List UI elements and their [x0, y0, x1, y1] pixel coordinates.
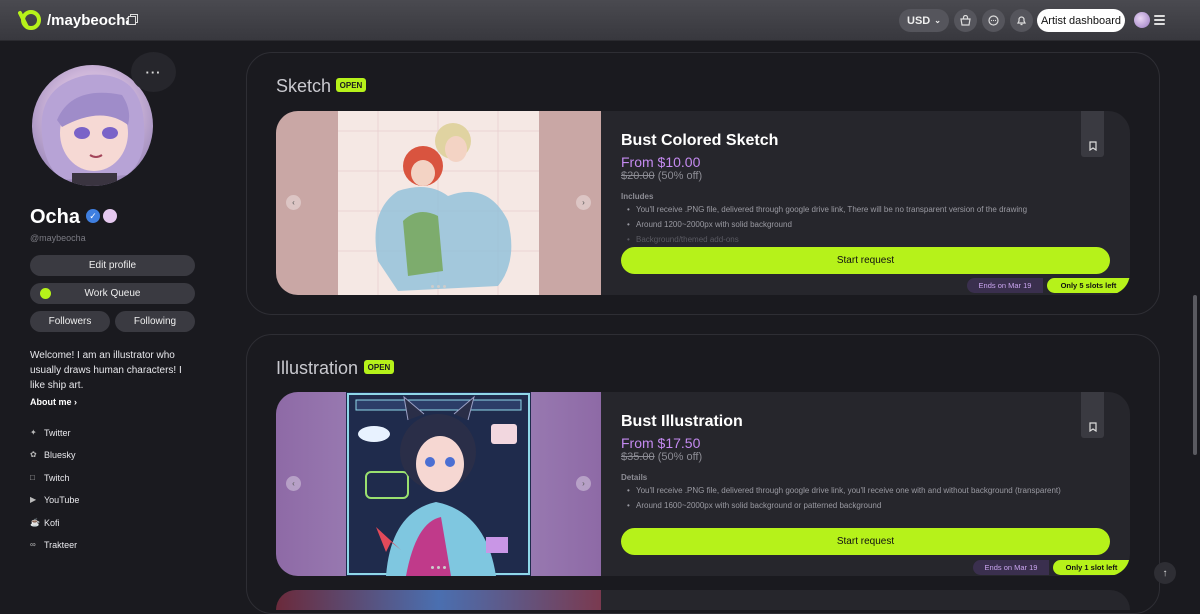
status-badge: OPEN — [336, 78, 366, 92]
social-link-bluesky[interactable]: ✿ Bluesky — [30, 450, 76, 460]
work-queue-label: Work Queue — [84, 288, 141, 299]
notifications-button[interactable] — [1010, 9, 1033, 32]
chat-button[interactable] — [982, 9, 1005, 32]
arrow-up-icon: ↑ — [1162, 567, 1168, 579]
gallery-dots — [431, 566, 446, 569]
badge-icon — [103, 209, 117, 223]
following-button[interactable]: Following — [115, 311, 195, 332]
old-price: $35.00 — [621, 451, 655, 463]
kofi-icon: ☕ — [30, 518, 40, 527]
verified-icon: ✓ — [86, 209, 100, 223]
social-link-twitch[interactable]: □ Twitch — [30, 473, 70, 483]
old-price: $20.00 — [621, 170, 655, 182]
social-label: Kofi — [44, 518, 60, 528]
gallery-prev-button[interactable]: ‹ — [286, 476, 301, 491]
more-options-button[interactable]: ··· — [131, 52, 176, 92]
gallery-dots — [431, 285, 446, 288]
profile-name: Ocha — [30, 206, 81, 228]
start-request-button[interactable]: Start request — [621, 528, 1110, 555]
list-item: You'll receive .PNG file, delivered thro… — [627, 486, 1061, 495]
top-bar: /maybeocha USD ⌄ Artist dashboard — [0, 0, 1200, 41]
social-label: Twitter — [44, 428, 71, 438]
artwork-image — [338, 111, 539, 295]
card-price: From $10.00 — [621, 154, 701, 170]
profile-handle: @maybeocha — [30, 233, 86, 243]
social-label: YouTube — [44, 495, 80, 505]
bluesky-icon: ✿ — [30, 450, 37, 459]
commission-card: ‹ › Bust Illustration From $17.50 $35.00… — [276, 392, 1130, 576]
list-heading: Details — [621, 473, 648, 482]
profile-bio: Welcome! I am an illustrator who usually… — [30, 350, 182, 391]
card-price: From $17.50 — [621, 435, 701, 451]
social-label: Twitch — [44, 473, 70, 483]
twitter-icon: ✦ — [30, 428, 37, 437]
currency-label: USD — [907, 14, 931, 27]
list-item: Around 1200~2000px with solid background — [627, 220, 792, 229]
bookmark-button[interactable] — [1081, 392, 1104, 438]
social-link-twitter[interactable]: ✦ Twitter — [30, 428, 71, 438]
social-link-kofi[interactable]: ☕ Kofi — [30, 518, 60, 528]
chevron-right-icon: › — [74, 397, 78, 407]
card-old-price: $35.00 (50% off) — [621, 451, 702, 463]
about-me-label: About me — [30, 397, 72, 407]
bookmark-icon — [1088, 141, 1097, 151]
menu-icon[interactable] — [1154, 15, 1165, 25]
followers-button[interactable]: Followers — [30, 311, 110, 332]
logo-icon[interactable] — [18, 9, 42, 31]
artwork-image — [346, 392, 531, 576]
artist-dashboard-button[interactable]: Artist dashboard — [1037, 9, 1125, 32]
ends-date-badge: Ends on Mar 19 — [967, 278, 1043, 293]
gallery-next-button[interactable]: › — [576, 195, 591, 210]
page-handle: /maybeocha — [47, 12, 134, 29]
social-label: Bluesky — [44, 450, 76, 460]
card-title: Bust Colored Sketch — [621, 132, 779, 149]
check-shield-icon — [40, 288, 51, 299]
bookmark-icon — [1088, 422, 1097, 432]
social-label: Trakteer — [44, 540, 78, 550]
bookmark-button[interactable] — [1081, 111, 1104, 157]
discount: (50% off) — [657, 451, 703, 463]
slots-badge: Only 5 slots left — [1047, 278, 1130, 293]
ends-date-badge: Ends on Mar 19 — [973, 560, 1049, 575]
list-item: Background/themed add-ons — [627, 235, 739, 244]
bell-icon — [1017, 16, 1026, 26]
section-title: Sketch — [276, 76, 332, 96]
scroll-to-top-button[interactable]: ↑ — [1154, 562, 1176, 584]
social-link-trakteer[interactable]: ∞ Trakteer — [30, 540, 77, 550]
commission-card: ‹ › Bust Colored Sketch From $10.00 $20.… — [276, 111, 1130, 295]
user-avatar[interactable] — [1134, 12, 1150, 28]
slots-badge: Only 1 slot left — [1053, 560, 1130, 575]
currency-select[interactable]: USD ⌄ — [899, 9, 949, 32]
chevron-down-icon: ⌄ — [934, 16, 941, 25]
discount: (50% off) — [657, 170, 703, 182]
gallery-next-button[interactable]: › — [576, 476, 591, 491]
work-queue-button[interactable]: Work Queue — [30, 283, 195, 304]
list-item: You'll receive .PNG file, delivered thro… — [627, 205, 1027, 214]
status-badge: OPEN — [364, 360, 394, 374]
gallery-prev-button[interactable]: ‹ — [286, 195, 301, 210]
twitch-icon: □ — [30, 473, 35, 482]
list-heading: Includes — [621, 192, 654, 201]
social-link-youtube[interactable]: ▶ YouTube — [30, 495, 79, 505]
youtube-icon: ▶ — [30, 495, 37, 504]
start-request-button[interactable]: Start request — [621, 247, 1110, 274]
commission-card-partial — [276, 590, 1130, 610]
cart-button[interactable] — [954, 9, 977, 32]
card-old-price: $20.00 (50% off) — [621, 170, 702, 182]
link-icon: ∞ — [30, 540, 36, 549]
image-gallery[interactable]: ‹ › — [276, 111, 601, 295]
image-gallery[interactable]: ‹ › — [276, 392, 601, 576]
cart-icon — [960, 15, 971, 26]
card-title: Bust Illustration — [621, 413, 743, 430]
about-me-link[interactable]: About me › — [30, 397, 77, 407]
scrollbar[interactable] — [1193, 295, 1197, 455]
chat-icon — [988, 15, 999, 26]
section-title: Illustration — [276, 358, 359, 378]
copy-icon[interactable] — [128, 14, 138, 25]
list-item: Around 1600~2000px with solid background… — [627, 501, 881, 510]
edit-profile-button[interactable]: Edit profile — [30, 255, 195, 276]
